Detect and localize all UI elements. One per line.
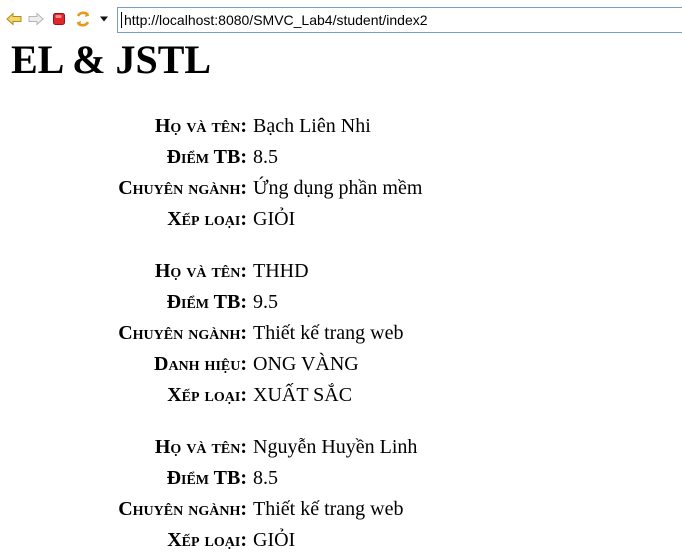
- field-label: Danh hiệu:: [154, 353, 247, 375]
- field-row-gpa: Điểm TB: 8.5: [0, 142, 682, 173]
- field-value: GIỎI: [253, 529, 296, 551]
- forward-arrow-icon[interactable]: [26, 9, 46, 29]
- field-row-name: Họ và tên: THHD: [0, 256, 682, 287]
- stop-icon[interactable]: [49, 9, 69, 29]
- field-value: 9.5: [253, 291, 278, 313]
- field-value: 8.5: [253, 146, 278, 168]
- field-value: GIỎI: [253, 208, 296, 230]
- student-card: Họ và tên: Bạch Liên Nhi Điểm TB: 8.5 Ch…: [0, 111, 682, 235]
- field-row-major: Chuyên ngành: Thiết kế trang web: [0, 318, 682, 349]
- browser-toolbar: http://localhost:8080/SMVC_Lab4/student/…: [0, 0, 682, 38]
- field-row-rank: Xếp loại: GIỎI: [0, 525, 682, 556]
- field-row-name: Họ và tên: Nguyễn Huyền Linh: [0, 432, 682, 463]
- field-value: Nguyễn Huyền Linh: [253, 436, 418, 458]
- field-row-gpa: Điểm TB: 8.5: [0, 463, 682, 494]
- field-label: Xếp loại:: [167, 384, 247, 406]
- field-value: Bạch Liên Nhi: [253, 115, 371, 137]
- field-value: THHD: [253, 260, 309, 282]
- field-row-rank: Xếp loại: XUẤT SẮC: [0, 380, 682, 411]
- field-label: Chuyên ngành:: [118, 498, 247, 520]
- field-value: 8.5: [253, 467, 278, 489]
- field-row-name: Họ và tên: Bạch Liên Nhi: [0, 111, 682, 142]
- student-card: Họ và tên: Nguyễn Huyền Linh Điểm TB: 8.…: [0, 432, 682, 556]
- address-bar[interactable]: http://localhost:8080/SMVC_Lab4/student/…: [117, 7, 682, 33]
- field-label: Điểm TB:: [166, 291, 247, 313]
- field-value: Thiết kế trang web: [253, 498, 404, 520]
- dropdown-chevron-icon[interactable]: [94, 9, 114, 29]
- back-arrow-icon[interactable]: [4, 9, 24, 29]
- field-label: Họ và tên:: [154, 260, 247, 282]
- field-label: Điểm TB:: [166, 146, 247, 168]
- field-label: Chuyên ngành:: [118, 177, 247, 199]
- field-row-major: Chuyên ngành: Ứng dụng phần mềm: [0, 173, 682, 204]
- field-row-major: Chuyên ngành: Thiết kế trang web: [0, 494, 682, 525]
- field-label: Chuyên ngành:: [118, 322, 247, 344]
- student-card: Họ và tên: THHD Điểm TB: 9.5 Chuyên ngàn…: [0, 256, 682, 411]
- field-row-gpa: Điểm TB: 9.5: [0, 287, 682, 318]
- field-label: Điểm TB:: [166, 467, 247, 489]
- field-label: Họ và tên:: [154, 436, 247, 458]
- field-value: XUẤT SẮC: [253, 384, 353, 406]
- refresh-icon[interactable]: [73, 9, 93, 29]
- field-value: ONG VÀNG: [253, 353, 359, 375]
- field-value: Ứng dụng phần mềm: [253, 177, 423, 199]
- field-value: Thiết kế trang web: [253, 322, 404, 344]
- field-label: Xếp loại:: [167, 529, 247, 551]
- field-label: Xếp loại:: [167, 208, 247, 230]
- field-row-title: Danh hiệu: ONG VÀNG: [0, 349, 682, 380]
- field-row-rank: Xếp loại: GIỎI: [0, 204, 682, 235]
- field-label: Họ và tên:: [154, 115, 247, 137]
- page-title: EL & JSTL: [11, 37, 212, 82]
